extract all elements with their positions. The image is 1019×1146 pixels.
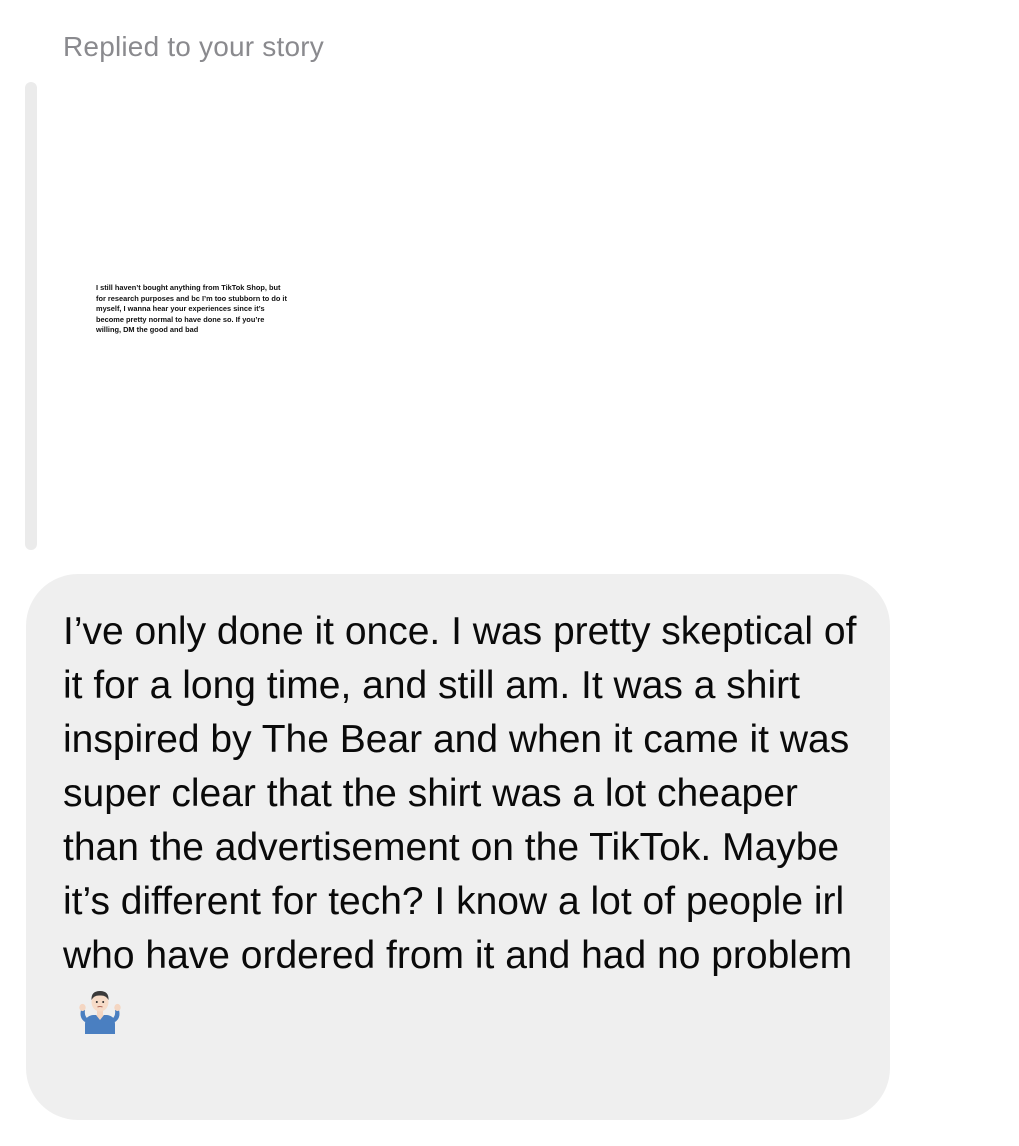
story-text: I still haven’t bought anything from Tik… — [96, 283, 287, 335]
story-preview[interactable]: I still haven’t bought anything from Tik… — [58, 82, 320, 550]
message-bubble[interactable]: I’ve only done it once. I was pretty ske… — [26, 574, 890, 1120]
message-text: I’ve only done it once. I was pretty ske… — [63, 610, 857, 977]
message-content: I’ve only done it once. I was pretty ske… — [63, 605, 863, 1037]
man-shrugging-emoji — [77, 988, 123, 1034]
story-reply-bar — [25, 82, 37, 550]
replied-to-story-label: Replied to your story — [63, 31, 324, 62]
